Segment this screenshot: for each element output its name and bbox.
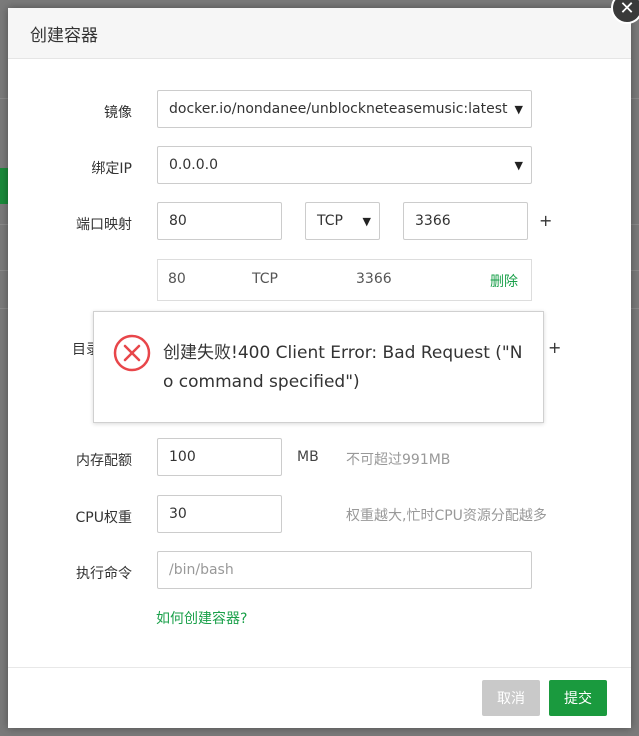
caret-down-icon: ▼ bbox=[514, 103, 523, 116]
caret-down-icon: ▼ bbox=[514, 159, 523, 172]
cancel-button[interactable]: 取消 bbox=[482, 680, 540, 716]
cpu-hint: 权重越大,忙时CPU资源分配越多 bbox=[346, 508, 547, 524]
container-port-value: 3366 bbox=[415, 213, 451, 229]
protocol-value: TCP bbox=[317, 213, 343, 229]
image-label: 镜像 bbox=[104, 105, 132, 121]
port-mapping-row: 80 TCP 3366 删除 bbox=[157, 259, 532, 301]
protocol-select[interactable]: TCP ▼ bbox=[305, 202, 380, 240]
cpu-label: CPU权重 bbox=[75, 510, 132, 526]
port-mapping-label: 端口映射 bbox=[76, 217, 132, 233]
error-toast: 创建失败!400 Client Error: Bad Request ("No … bbox=[93, 311, 544, 423]
memory-unit: MB bbox=[297, 449, 319, 465]
memory-input[interactable]: 100 bbox=[157, 438, 282, 476]
row-host-port: 80 bbox=[168, 271, 186, 287]
caret-down-icon: ▼ bbox=[362, 215, 371, 228]
bind-ip-value: 0.0.0.0 bbox=[169, 157, 218, 173]
image-select[interactable]: docker.io/nondanee/unblockneteasemusic:l… bbox=[157, 90, 532, 128]
host-port-value: 80 bbox=[169, 213, 187, 229]
host-port-input[interactable]: 80 bbox=[157, 202, 282, 240]
add-directory-button[interactable]: + bbox=[548, 338, 561, 357]
dialog-title: 创建容器 bbox=[30, 25, 98, 46]
memory-value: 100 bbox=[169, 449, 196, 465]
add-port-button[interactable]: + bbox=[539, 211, 552, 230]
command-label: 执行命令 bbox=[76, 566, 132, 582]
bind-ip-label: 绑定IP bbox=[91, 161, 132, 177]
cpu-value: 30 bbox=[169, 506, 187, 522]
image-select-value: docker.io/nondanee/unblockneteasemusic:l… bbox=[169, 101, 508, 117]
bind-ip-select[interactable]: 0.0.0.0 ▼ bbox=[157, 146, 532, 184]
row-protocol: TCP bbox=[252, 271, 278, 287]
command-placeholder: /bin/bash bbox=[169, 562, 234, 578]
error-message: 创建失败!400 Client Error: Bad Request ("No … bbox=[163, 343, 523, 392]
background-button-edge bbox=[0, 168, 8, 204]
dialog-header: 创建容器 bbox=[8, 8, 631, 59]
delete-port-link[interactable]: 删除 bbox=[490, 271, 518, 291]
memory-hint: 不可超过991MB bbox=[346, 452, 451, 468]
cpu-input[interactable]: 30 bbox=[157, 495, 282, 533]
error-circle-icon bbox=[113, 334, 151, 372]
submit-button[interactable]: 提交 bbox=[549, 680, 607, 716]
container-port-input[interactable]: 3366 bbox=[403, 202, 528, 240]
command-input[interactable]: /bin/bash bbox=[157, 551, 532, 589]
memory-label: 内存配额 bbox=[76, 453, 132, 469]
help-link[interactable]: 如何创建容器? bbox=[156, 608, 247, 628]
dialog-footer: 取消 提交 bbox=[8, 667, 631, 728]
row-container-port: 3366 bbox=[356, 271, 392, 287]
